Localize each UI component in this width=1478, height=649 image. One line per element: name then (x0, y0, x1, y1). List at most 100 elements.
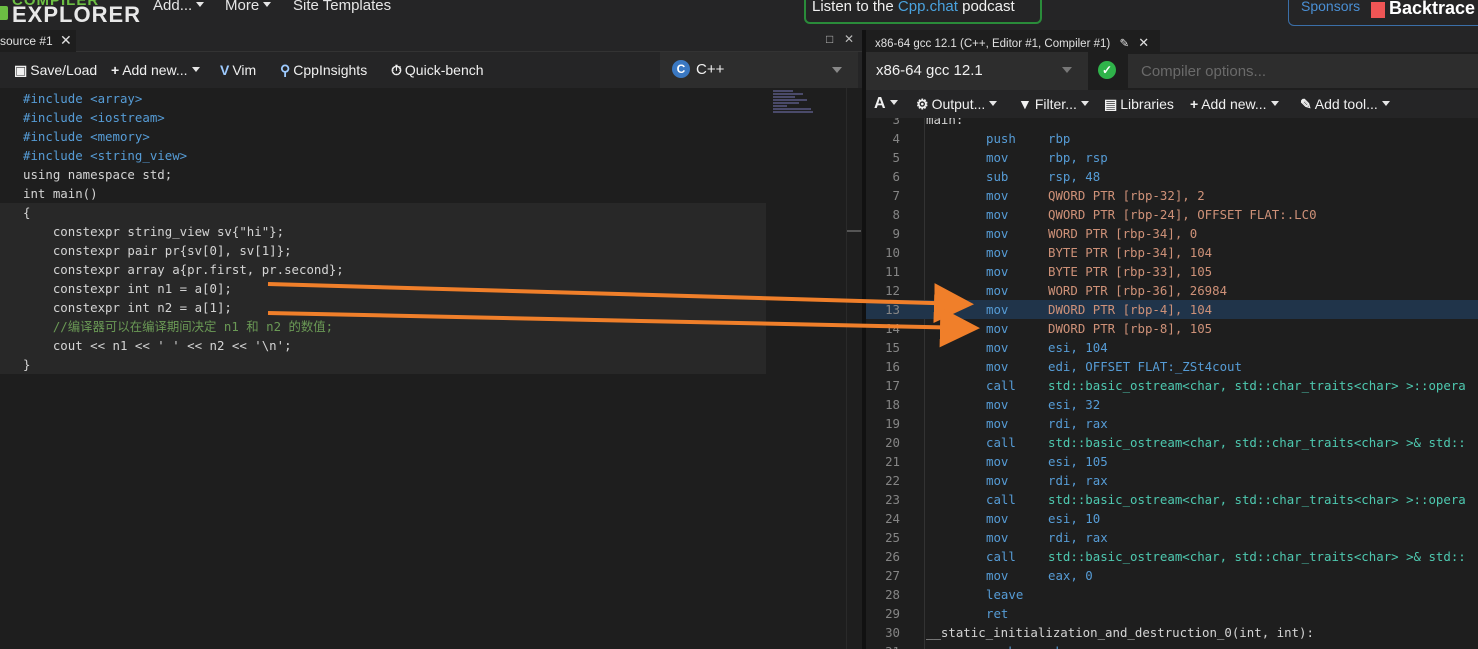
code-line[interactable]: constexpr int n2 = a[1]; (0, 298, 766, 317)
scrollbar-thumb[interactable] (847, 230, 861, 232)
asm-line[interactable]: 26 call std::basic_ostream<char, std::char… (866, 547, 1478, 566)
book-icon: ▤ (1104, 96, 1118, 112)
compiler-explorer-logo[interactable]: COMPILER EXPLORER (0, 0, 140, 28)
code-text: //编译器可以在编译期间决定 n1 和 n2 的数值; (23, 319, 334, 334)
output-menu-button[interactable]: ⚙ Output... (916, 96, 998, 113)
add-new-button[interactable]: + Add new... (111, 62, 200, 78)
asm-line[interactable]: 15 mov esi, 104 (866, 338, 1478, 357)
asm-line[interactable]: 8 mov QWORD PTR [rbp-24], OFFSET FLAT:.LC0 (866, 205, 1478, 224)
asm-line[interactable]: 13 mov DWORD PTR [rbp-4], 104 (866, 300, 1478, 319)
compiler-options-input[interactable]: Compiler options... (1128, 54, 1478, 88)
filter-menu-button[interactable]: ▼ Filter... (1018, 96, 1089, 112)
line-number: 19 (885, 416, 900, 431)
chevron-down-icon (1270, 101, 1279, 106)
asm-operands: rdi, rax (1048, 473, 1108, 488)
source-editor[interactable]: #include <array> #include <iostream> #incl… (0, 88, 862, 649)
asm-operands: rdi, rax (1048, 530, 1108, 545)
tab-compiler-1[interactable]: x86-64 gcc 12.1 (C++, Editor #1, Compile… (866, 30, 1160, 52)
asm-line[interactable]: 18 mov esi, 32 (866, 395, 1478, 414)
asm-line[interactable]: 7 mov QWORD PTR [rbp-32], 2 (866, 186, 1478, 205)
asm-line[interactable]: 21 mov esi, 105 (866, 452, 1478, 471)
asm-line[interactable]: 3 main: (866, 118, 1478, 129)
asm-line[interactable]: 27 mov eax, 0 (866, 566, 1478, 585)
asm-line[interactable]: 25 mov rdi, rax (866, 528, 1478, 547)
asm-line[interactable]: 29 ret (866, 604, 1478, 623)
compiler-select[interactable]: x86-64 gcc 12.1 (866, 52, 1088, 90)
line-number: 27 (885, 568, 900, 583)
asm-line[interactable]: 23 call std::basic_ostream<char, std::char… (866, 490, 1478, 509)
asm-line[interactable]: 20 call std::basic_ostream<char, std::char… (866, 433, 1478, 452)
language-select[interactable]: C C++ (660, 52, 858, 88)
code-line[interactable]: #include <iostream> (0, 108, 766, 127)
asm-line[interactable]: 24 mov esi, 10 (866, 509, 1478, 528)
asm-line[interactable]: 22 mov rdi, rax (866, 471, 1478, 490)
code-minimap[interactable] (773, 90, 813, 118)
line-number: 3 (892, 118, 900, 127)
asm-line[interactable]: 16 mov edi, OFFSET FLAT:_ZSt4cout (866, 357, 1478, 376)
asm-line[interactable]: 6 sub rsp, 48 (866, 167, 1478, 186)
nav-site-templates[interactable]: Site Templates (293, 0, 391, 14)
cpp-chat-link[interactable]: Cpp.chat (898, 0, 958, 15)
code-line[interactable]: #include <memory> (0, 127, 766, 146)
asm-line[interactable]: 11 mov BYTE PTR [rbp-33], 105 (866, 262, 1478, 281)
chevron-down-icon (196, 2, 205, 7)
cppinsights-button[interactable]: ⚲ CppInsights (280, 62, 367, 79)
asm-operands: WORD PTR [rbp-36], 26984 (1048, 283, 1228, 298)
code-line[interactable]: #include <array> (0, 89, 766, 108)
font-size-button[interactable]: A (874, 95, 898, 113)
asm-line[interactable]: 5 mov rbp, rsp (866, 148, 1478, 167)
code-line[interactable]: constexpr array a{pr.first, pr.second}; (0, 260, 766, 279)
code-line[interactable]: using namespace std; (0, 165, 766, 184)
asm-operands: DWORD PTR [rbp-8], 105 (1048, 321, 1213, 336)
vim-toggle[interactable]: V Vim (220, 62, 256, 78)
line-number: 25 (885, 530, 900, 545)
asm-line[interactable]: 14 mov DWORD PTR [rbp-8], 105 (866, 319, 1478, 338)
asm-line[interactable]: 12 mov WORD PTR [rbp-36], 26984 (866, 281, 1478, 300)
code-line[interactable]: #include <string_view> (0, 146, 766, 165)
asm-operands: esi, 10 (1048, 511, 1101, 526)
close-icon[interactable]: ✕ (60, 32, 72, 49)
maximize-icon[interactable]: □ (826, 32, 833, 46)
code-line[interactable]: cout << n1 << ' ' << n2 << '\n'; (0, 336, 766, 355)
add-tool-button[interactable]: ✎ Add tool... (1300, 96, 1390, 113)
asm-line[interactable]: 10 mov BYTE PTR [rbp-34], 104 (866, 243, 1478, 262)
asm-line[interactable]: 9 mov WORD PTR [rbp-34], 0 (866, 224, 1478, 243)
edit-icon[interactable]: ✎ (1119, 38, 1129, 50)
code-line[interactable]: constexpr int n1 = a[0]; (0, 279, 766, 298)
code-line[interactable]: constexpr pair pr{sv[0], sv[1]}; (0, 241, 766, 260)
save-load-button[interactable]: ▣ Save/Load (14, 62, 97, 79)
code-line[interactable]: } (0, 355, 766, 374)
quickbench-button[interactable]: ⏱ Quick-bench (391, 62, 484, 79)
vim-icon: V (220, 62, 230, 78)
pane-close-icon[interactable]: ✕ (844, 32, 854, 46)
code-line[interactable]: //编译器可以在编译期间决定 n1 和 n2 的数值; (0, 317, 766, 336)
chevron-down-icon (832, 67, 842, 73)
asm-opcode: mov (986, 283, 1009, 298)
nav-more-menu[interactable]: More (225, 0, 272, 14)
asm-line[interactable]: 17 call std::basic_ostream<char, std::char… (866, 376, 1478, 395)
asm-line[interactable]: 4 push rbp (866, 129, 1478, 148)
line-number: 21 (885, 454, 900, 469)
close-icon[interactable]: ✕ (1138, 35, 1149, 50)
asm-line[interactable]: 31 push rbp (866, 642, 1478, 649)
libraries-button[interactable]: ▤ Libraries (1104, 96, 1174, 113)
language-label: C++ (696, 61, 725, 78)
code-line[interactable]: constexpr string_view sv{"hi"}; (0, 222, 766, 241)
tab-source-1[interactable]: source #1 ✕ (0, 30, 76, 52)
asm-opcode: mov (986, 340, 1009, 355)
assembly-output[interactable]: 3 main: 4 push rbp 5 mov rbp, rsp 6 sub rsp, 48 7 mo… (866, 118, 1478, 649)
editor-scrollbar[interactable] (846, 88, 861, 649)
asm-line[interactable]: 28 leave (866, 585, 1478, 604)
line-number: 24 (885, 511, 900, 526)
asm-opcode: mov (986, 264, 1009, 279)
nav-add-menu[interactable]: Add... (153, 0, 205, 14)
asm-line[interactable]: 19 mov rdi, rax (866, 414, 1478, 433)
compile-ok-icon[interactable]: ✓ (1098, 61, 1116, 79)
code-text: } (23, 357, 31, 372)
code-line[interactable]: { (0, 203, 766, 222)
code-line[interactable]: int main() (0, 184, 766, 203)
sponsors-box[interactable]: Sponsors Backtrace (1288, 0, 1478, 26)
asm-line[interactable]: 30 __static_initialization_and_destructio… (866, 623, 1478, 642)
wrench-icon: ✎ (1300, 96, 1312, 112)
add-new-pane-button[interactable]: + Add new... (1190, 96, 1279, 112)
